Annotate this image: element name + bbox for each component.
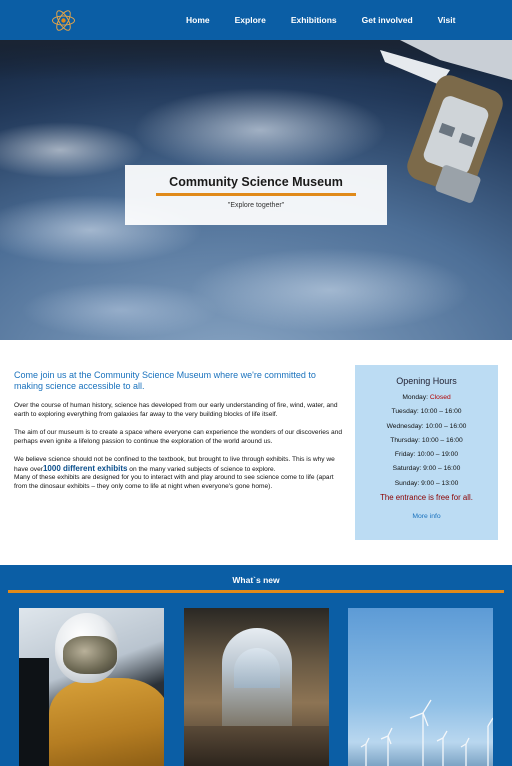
hours-row-sunday: Sunday: 9:00 – 13:00 bbox=[355, 477, 498, 491]
satellite-image bbox=[380, 40, 512, 203]
window-shape bbox=[234, 648, 280, 688]
intro-paragraph-3b: on the many varied subjects of science t… bbox=[127, 465, 276, 473]
tagline: "Explore together" bbox=[227, 202, 285, 209]
nav-exhibitions[interactable]: Exhibitions bbox=[291, 15, 337, 25]
day-label: Sunday: bbox=[394, 479, 422, 487]
visor-shape bbox=[63, 636, 117, 674]
intro-heading: Come join us at the Community Science Mu… bbox=[14, 370, 316, 391]
opening-hours-title: Opening Hours bbox=[396, 376, 457, 386]
astronaut-image[interactable] bbox=[19, 608, 164, 766]
wind-turbines-image[interactable] bbox=[348, 608, 493, 766]
hours-list: Monday: Closed Tuesday: 10:00 – 16:00 We… bbox=[355, 391, 498, 491]
top-navigation: Home Explore Exhibitions Get involved Vi… bbox=[0, 0, 512, 40]
whats-new-underline bbox=[8, 590, 504, 593]
time-label: 9:00 – 13:00 bbox=[421, 479, 459, 487]
whats-new-section: What`s new bbox=[0, 565, 512, 766]
nav-get-involved[interactable]: Get involved bbox=[362, 15, 413, 25]
day-label: Thursday: bbox=[390, 436, 422, 444]
day-label: Tuesday: bbox=[391, 408, 421, 416]
page-title: Community Science Museum bbox=[169, 175, 343, 189]
wind-turbines-drawing bbox=[360, 699, 493, 766]
opening-hours-box: Opening Hours Monday: Closed Tuesday: 10… bbox=[355, 365, 498, 540]
hours-row-saturday: Saturday: 9:00 – 16:00 bbox=[355, 462, 498, 476]
floor-shape bbox=[184, 726, 329, 766]
hours-row-friday: Friday: 10:00 – 19:00 bbox=[355, 448, 498, 462]
nav-visit[interactable]: Visit bbox=[438, 15, 456, 25]
hours-row-tuesday: Tuesday: 10:00 – 16:00 bbox=[355, 405, 498, 419]
more-info-link[interactable]: More info bbox=[412, 513, 440, 520]
hours-row-wednesday: Wednesday: 10:00 – 16:00 bbox=[355, 420, 498, 434]
intro-paragraph-1: Over the course of human history, scienc… bbox=[14, 402, 338, 418]
day-label: Friday: bbox=[394, 451, 418, 459]
title-underline bbox=[156, 193, 356, 196]
intro-section: Come join us at the Community Science Mu… bbox=[14, 370, 344, 491]
hours-row-monday: Monday: Closed bbox=[355, 391, 498, 405]
day-label: Saturday: bbox=[392, 465, 424, 473]
suit-shape bbox=[49, 678, 164, 766]
day-label: Monday: bbox=[402, 394, 430, 401]
whats-new-title: What`s new bbox=[232, 575, 280, 585]
monitor-shape bbox=[19, 658, 49, 766]
time-label: 10:00 – 16:00 bbox=[425, 422, 467, 430]
nav-home[interactable]: Home bbox=[186, 15, 210, 25]
closed-label: Closed bbox=[429, 394, 451, 401]
time-label: 10:00 – 19:00 bbox=[417, 451, 459, 459]
intro-paragraph-4: Many of these exhibits are designed for … bbox=[14, 474, 334, 490]
time-label: 10:00 – 16:00 bbox=[420, 408, 462, 416]
day-label: Wednesday: bbox=[386, 422, 426, 430]
intro-paragraph-3: We believe science should not be confine… bbox=[14, 456, 344, 474]
atom-icon[interactable] bbox=[51, 8, 76, 33]
time-label: 9:00 – 16:00 bbox=[423, 465, 461, 473]
nav-links: Home Explore Exhibitions Get involved Vi… bbox=[186, 0, 455, 40]
time-label: 10:00 – 16:00 bbox=[421, 436, 463, 444]
nav-explore[interactable]: Explore bbox=[235, 15, 266, 25]
hours-row-thursday: Thursday: 10:00 – 16:00 bbox=[355, 434, 498, 448]
museum-hall-image[interactable] bbox=[184, 608, 329, 766]
exhibits-highlight: 1000 different exhibits bbox=[42, 463, 128, 473]
hero-banner: Community Science Museum "Explore togeth… bbox=[0, 40, 512, 340]
hero-title-card: Community Science Museum "Explore togeth… bbox=[125, 165, 387, 225]
free-entrance-note: The entrance is free for all. bbox=[380, 493, 473, 503]
intro-paragraph-2: The aim of our museum is to create a spa… bbox=[14, 429, 343, 445]
